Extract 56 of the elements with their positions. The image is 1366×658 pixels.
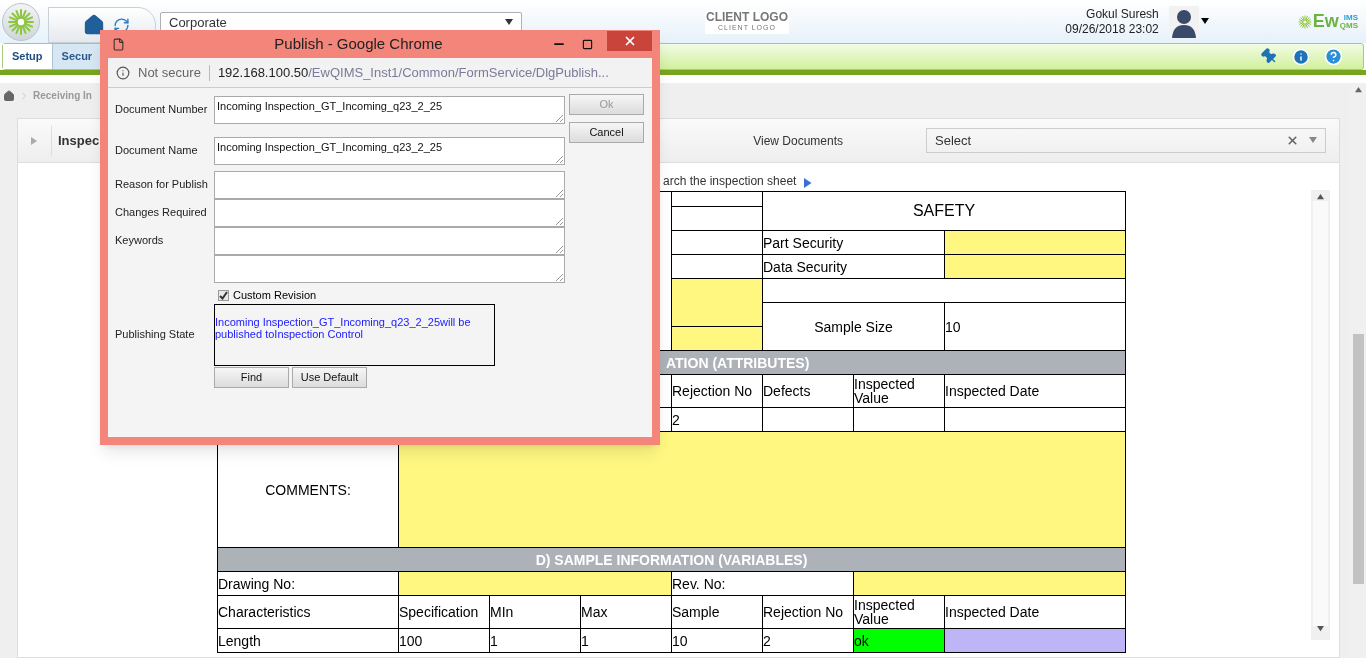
custom-revision-checkbox[interactable]: Custom Revision (218, 287, 565, 304)
field-label: Publishing State (115, 327, 196, 343)
text-area[interactable] (214, 199, 565, 227)
text-area[interactable] (214, 227, 565, 255)
check-icon[interactable] (219, 290, 228, 300)
section-header: D) SAMPLE INFORMATION (VARIABLES) (217, 547, 1126, 572)
document-select[interactable]: Select (926, 128, 1326, 153)
address-bar[interactable]: Not secure 192.168.100.50/EwQIMS_Inst1/Common/FormService/DlgPublish... (108, 58, 652, 88)
scrollbar[interactable] (1311, 190, 1330, 640)
avatar-icon[interactable] (1168, 5, 1199, 38)
page-icon (112, 37, 125, 51)
resize-icon[interactable] (555, 273, 563, 281)
publishing-state-box: Incoming Inspection_GT_Incoming_q23_2_25will be published toInspection Control (214, 303, 495, 366)
text-area[interactable] (214, 255, 565, 283)
home-icon[interactable] (83, 14, 105, 36)
text-area[interactable]: Incoming Inspection_GT_Incoming_q23_2_25 (214, 96, 565, 124)
scroll-up-icon[interactable] (1354, 87, 1362, 94)
menu-tab[interactable]: Secur (52, 44, 103, 69)
caret-icon[interactable] (1200, 17, 1209, 26)
panel-title: Inspec (58, 131, 100, 150)
maximize-icon[interactable] (582, 38, 593, 50)
caret-icon (505, 19, 513, 27)
dialog-button[interactable]: Cancel (569, 122, 644, 143)
expand-icon[interactable] (30, 136, 39, 145)
info-icon (116, 65, 130, 80)
app-logo[interactable] (2, 2, 40, 41)
view-documents-label: View Documents (753, 132, 843, 150)
window-title: Publish - Google Chrome (273, 33, 444, 54)
table-cell: Length (217, 628, 399, 653)
dialog-button[interactable]: Use Default (292, 366, 367, 388)
text-area[interactable] (214, 171, 565, 199)
field-label: Reason for Publish (115, 177, 209, 192)
column-header: Inspected Date (944, 374, 1126, 408)
field-label: Keywords (115, 233, 165, 248)
resize-icon[interactable] (555, 155, 563, 163)
table-cell: ok (853, 628, 945, 653)
home-icon[interactable] (3, 89, 15, 102)
info-icon[interactable] (1292, 47, 1310, 66)
clear-icon[interactable] (1286, 134, 1299, 147)
dialog-button[interactable]: Find (214, 366, 289, 388)
date-time: 09/26/2018 23:02 (1065, 21, 1159, 37)
text-area[interactable]: Incoming Inspection_GT_Incoming_q23_2_25 (214, 137, 565, 165)
resize-icon[interactable] (555, 245, 563, 253)
menu-tab[interactable]: Setup (3, 44, 53, 69)
help-icon[interactable] (1324, 47, 1343, 66)
field-label: Document Number (115, 102, 209, 117)
resize-icon[interactable] (555, 189, 563, 197)
search-sheet-link[interactable]: arch the inspection sheet (663, 172, 797, 190)
resize-icon[interactable] (555, 114, 563, 122)
field-label: Document Name (115, 143, 199, 158)
close-button[interactable] (607, 31, 652, 51)
scrollbar[interactable] (1350, 83, 1366, 658)
sunburst-icon (1296, 13, 1313, 30)
field-label: Changes Required (115, 205, 208, 220)
resize-icon[interactable] (555, 217, 563, 225)
user-name: Gokul Suresh (1086, 6, 1159, 22)
